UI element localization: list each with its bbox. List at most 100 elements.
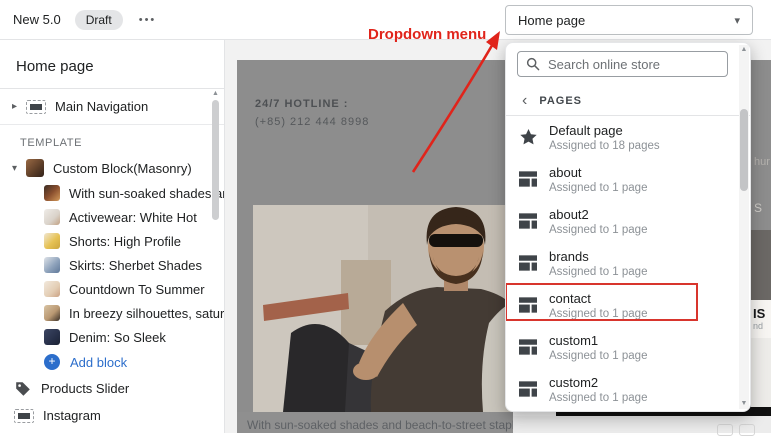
menu-item-subtitle: Assigned to 1 page (549, 308, 647, 320)
block-label: Shorts: High Profile (69, 234, 181, 249)
menu-item-title: brands (549, 249, 647, 264)
menu-item-subtitle: Assigned to 1 page (549, 350, 647, 362)
hotline-phone: (+85) 212 444 8998 (255, 116, 369, 128)
hotline-text: 24/7 HOTLINE : (+85) 212 444 8998 (255, 98, 369, 128)
more-options-icon[interactable]: ••• (139, 14, 157, 26)
menu-item-title: custom2 (549, 375, 647, 390)
page-selector-value: Home page (518, 13, 734, 28)
menu-item-custom1[interactable]: custom1 Assigned to 1 page (506, 326, 750, 368)
sidebar: Home page ▸ Main Navigation TEMPLATE ▾ C… (0, 40, 225, 433)
menu-item-subtitle: Assigned to 1 page (549, 266, 647, 278)
preview-bottom-strip (513, 416, 771, 433)
menu-item-custom2[interactable]: custom2 Assigned to 1 page (506, 368, 750, 410)
plus-icon: + (44, 354, 60, 370)
template-section-label: TEMPLATE (20, 137, 224, 149)
menu-item-subtitle: Assigned to 1 page (549, 392, 647, 404)
pagination-ghost-button (739, 424, 755, 436)
search-icon (526, 57, 540, 71)
menu-item-about2[interactable]: about2 Assigned to 1 page (506, 200, 750, 242)
theme-title: New 5.0 (13, 12, 61, 27)
sidebar-block-item[interactable]: Countdown To Summer (0, 277, 224, 301)
sidebar-item-main-navigation[interactable]: ▸ Main Navigation (0, 89, 224, 125)
expand-caret-icon[interactable]: ▸ (12, 101, 26, 112)
menu-item-subtitle: Assigned to 1 page (549, 182, 647, 194)
photo-caption-strip: With sun-soaked shades and beach-to-stre… (237, 412, 513, 433)
draft-badge: Draft (75, 10, 123, 30)
sidebar-block-item[interactable]: Shorts: High Profile (0, 229, 224, 253)
hotline-title: 24/7 HOTLINE : (255, 98, 369, 110)
block-thumbnail (44, 281, 60, 297)
chevron-down-icon: ▾ (734, 14, 740, 27)
block-label: In breezy silhouettes, satura... (69, 306, 224, 321)
block-label: Activewear: White Hot (69, 210, 197, 225)
block-label: Skirts: Sherbet Shades (69, 258, 202, 273)
template-icon (518, 171, 538, 187)
section-icon (14, 409, 34, 423)
pages-label: PAGES (539, 95, 582, 107)
background-text-fragment: nd (751, 321, 771, 331)
sidebar-item-label: Main Navigation (55, 99, 148, 114)
block-thumbnail (44, 185, 60, 201)
page-selector-menu: ‹ PAGES Default page Assigned to 18 page… (505, 42, 751, 412)
sidebar-block-item[interactable]: Denim: So Sleek (0, 325, 224, 349)
sidebar-item-label: Instagram (43, 408, 101, 423)
search-input[interactable] (548, 57, 719, 72)
add-block-label: Add block (70, 355, 127, 370)
menu-item-brands[interactable]: brands Assigned to 1 page (506, 242, 750, 284)
background-text-fragment: S (754, 201, 762, 215)
template-icon (518, 381, 538, 397)
block-label: Countdown To Summer (69, 282, 205, 297)
menu-item-contact[interactable]: contact Assigned to 1 page (506, 284, 750, 326)
menu-item-subtitle: Assigned to 1 page (549, 224, 647, 236)
scrollbar-thumb[interactable] (212, 100, 219, 220)
block-thumbnail (44, 329, 60, 345)
background-heading-fragment: IS (751, 300, 771, 321)
back-chevron-icon[interactable]: ‹ (522, 95, 527, 107)
template-icon (518, 339, 538, 355)
sidebar-block-item[interactable]: Skirts: Sherbet Shades (0, 253, 224, 277)
add-block-button[interactable]: + Add block (0, 349, 224, 375)
sidebar-item-section-spacing[interactable]: Section Spacing (0, 429, 224, 433)
collapse-caret-icon[interactable]: ▾ (12, 163, 26, 174)
pages-section-header: ‹ PAGES (506, 85, 750, 116)
sidebar-block-item[interactable]: In breezy silhouettes, satura... (0, 301, 224, 325)
scrollbar-thumb[interactable] (740, 109, 748, 191)
sidebar-item-custom-block[interactable]: ▾ Custom Block(Masonry) (0, 155, 224, 181)
scroll-up-icon[interactable]: ▲ (739, 45, 749, 55)
sidebar-item-instagram[interactable]: Instagram (0, 402, 224, 429)
sidebar-block-item[interactable]: With sun-soaked shades an... (0, 181, 224, 205)
menu-item-about[interactable]: about Assigned to 1 page (506, 158, 750, 200)
menu-item-default-page[interactable]: Default page Assigned to 18 pages (506, 116, 750, 158)
block-label: With sun-soaked shades an... (69, 186, 224, 201)
sidebar-item-label: Custom Block(Masonry) (53, 161, 192, 176)
menu-item-subtitle: Assigned to 18 pages (549, 140, 660, 152)
background-image-sliver (751, 230, 771, 300)
menu-scrollbar[interactable]: ▲ ▼ (739, 45, 749, 409)
pagination-ghost-button (717, 424, 733, 436)
page-selector-dropdown[interactable]: Home page ▾ (505, 5, 753, 35)
template-icon (518, 255, 538, 271)
block-label: Denim: So Sleek (69, 330, 166, 345)
block-thumbnail (44, 257, 60, 273)
scroll-down-icon[interactable]: ▼ (739, 399, 749, 409)
template-icon (518, 297, 538, 313)
photo-caption: With sun-soaked shades and beach-to-stre… (247, 418, 513, 432)
search-box[interactable] (517, 51, 728, 77)
sidebar-block-item[interactable]: Activewear: White Hot (0, 205, 224, 229)
sidebar-scrollbar[interactable]: ▲ (211, 90, 220, 430)
block-thumbnail (44, 209, 60, 225)
tag-icon (14, 380, 32, 398)
annotation-dropdown-menu-label: Dropdown menu (368, 26, 486, 43)
star-icon (518, 129, 538, 145)
sidebar-item-products-slider[interactable]: Products Slider (0, 375, 224, 402)
man-with-sunglasses-illustration (253, 205, 513, 412)
section-icon (26, 100, 46, 114)
scroll-up-icon[interactable]: ▲ (211, 90, 220, 97)
sidebar-item-label: Products Slider (41, 381, 129, 396)
block-thumbnail (26, 159, 44, 177)
block-thumbnail (44, 233, 60, 249)
background-text-fragment: hur (754, 156, 770, 168)
menu-item-title: about (549, 165, 647, 180)
template-icon (518, 213, 538, 229)
sidebar-page-title: Home page (0, 40, 224, 89)
